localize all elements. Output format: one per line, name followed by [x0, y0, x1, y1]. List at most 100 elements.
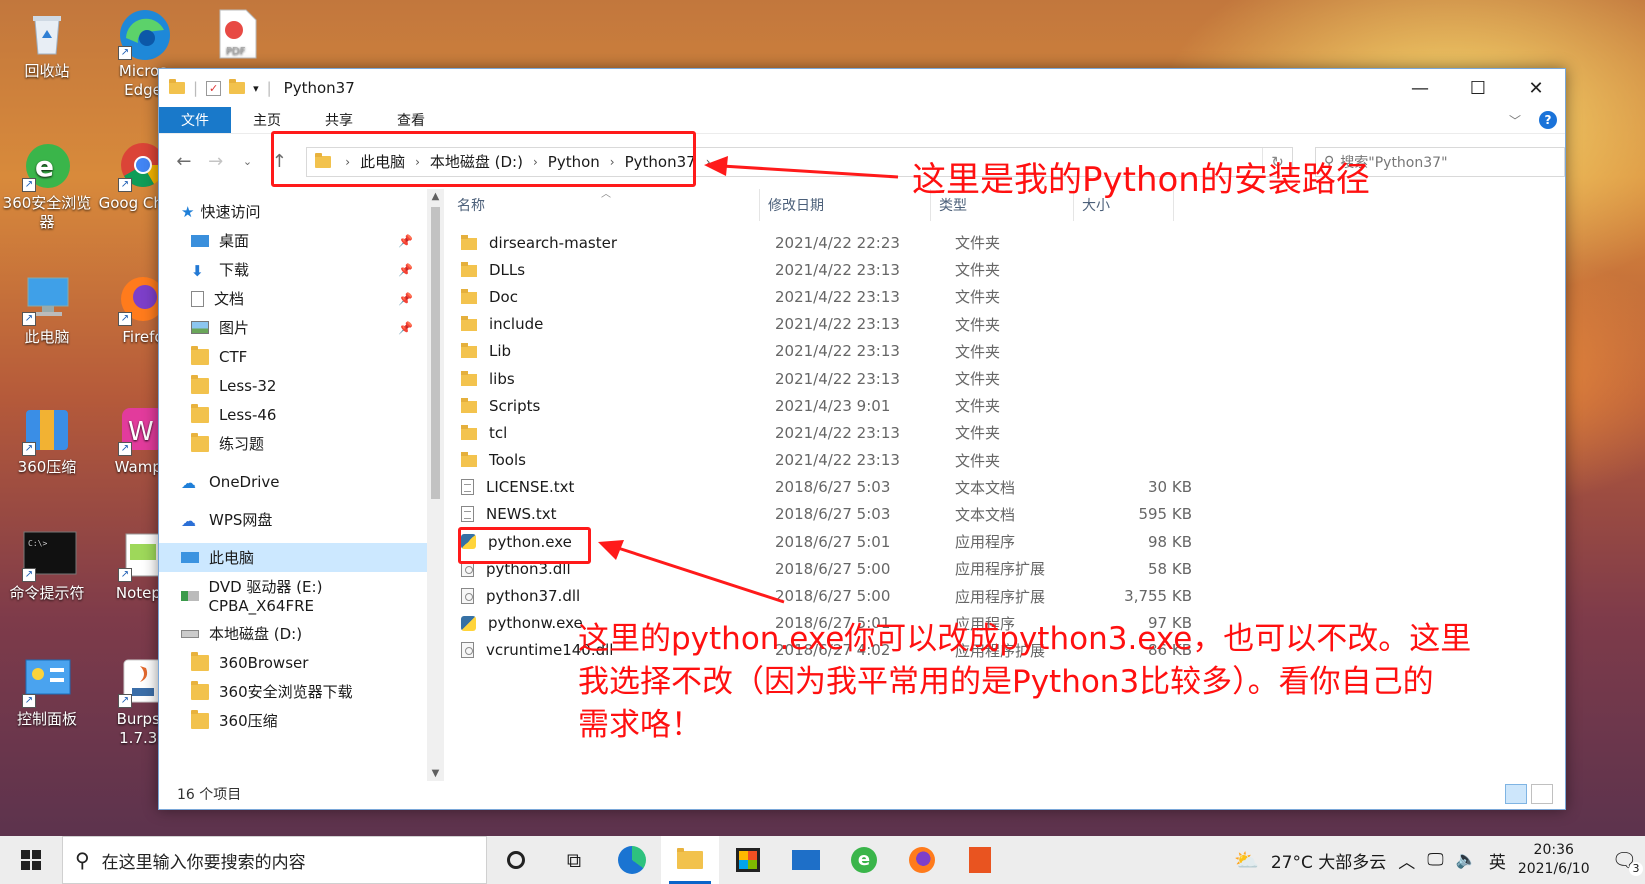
- nav-item-360browser[interactable]: 360Browser: [159, 648, 427, 677]
- taskbar-search-placeholder: 在这里输入你要搜索的内容: [101, 852, 306, 873]
- desktop-icon-360zip[interactable]: ↗ 360压缩: [2, 404, 92, 477]
- scroll-down-icon[interactable]: ▼: [427, 768, 444, 779]
- network-icon[interactable]: 🖵: [1427, 850, 1443, 870]
- column-header-date[interactable]: 修改日期: [760, 189, 931, 221]
- desktop-icon-360-browser[interactable]: e ↗ 360安全浏览器: [2, 140, 92, 232]
- svg-text:PDF: PDF: [226, 46, 246, 57]
- nav-label: CTF: [219, 347, 248, 366]
- cloud-icon: ☁: [181, 511, 196, 530]
- file-name: libs: [489, 369, 515, 388]
- nav-label: 此电脑: [209, 549, 255, 567]
- close-button[interactable]: ✕: [1507, 69, 1565, 107]
- nav-item-less-46[interactable]: Less-46: [159, 400, 427, 429]
- this-pc-icon: [181, 552, 199, 563]
- desktop-icon-pdf[interactable]: PDF: [193, 8, 283, 62]
- title-bar: | ✓ ▾ | Python37 — ☐ ✕: [159, 69, 1565, 107]
- nav-item-360zip[interactable]: 360压缩: [159, 706, 427, 735]
- file-row[interactable]: tcl 2021/4/22 23:13 文件夹: [449, 419, 1567, 446]
- taskbar-store[interactable]: [719, 836, 777, 884]
- large-icons-view-button[interactable]: [1531, 784, 1553, 804]
- nav-local-disk-d[interactable]: 本地磁盘 (D:): [159, 619, 427, 648]
- taskbar-app-orange[interactable]: [951, 836, 1009, 884]
- file-row[interactable]: Doc 2021/4/22 23:13 文件夹: [449, 283, 1567, 310]
- nav-this-pc[interactable]: 此电脑: [159, 543, 427, 572]
- chevron-up-icon[interactable]: ︿: [1398, 848, 1415, 873]
- maximize-button[interactable]: ☐: [1449, 69, 1507, 107]
- taskbar-firefox[interactable]: [893, 836, 951, 884]
- svg-text:e: e: [35, 150, 54, 183]
- volume-icon[interactable]: 🔈: [1456, 850, 1477, 870]
- scrollbar-thumb[interactable]: [431, 207, 440, 499]
- scroll-up-icon[interactable]: ▲: [427, 191, 444, 202]
- customize-toolbar-icon[interactable]: ▾: [253, 82, 259, 95]
- help-icon[interactable]: ?: [1539, 111, 1557, 129]
- file-row[interactable]: libs 2021/4/22 23:13 文件夹: [449, 365, 1567, 392]
- desktop-icon-cmd[interactable]: C:\> ↗ 命令提示符: [2, 530, 92, 603]
- file-name: tcl: [489, 423, 508, 442]
- taskbar: ⚲ 在这里输入你要搜索的内容 ⧉ e ⛅ 27°C 大部多云 ︿ 🖵 🔈 英 2…: [0, 836, 1645, 884]
- properties-icon[interactable]: ✓: [206, 80, 222, 96]
- start-button[interactable]: [0, 836, 62, 884]
- details-view-button[interactable]: [1505, 784, 1527, 804]
- taskbar-search-box[interactable]: ⚲ 在这里输入你要搜索的内容: [62, 836, 487, 884]
- forward-button[interactable]: →: [205, 151, 227, 172]
- tab-home[interactable]: 主页: [231, 107, 303, 133]
- this-pc-icon: ↗: [22, 274, 72, 326]
- file-row[interactable]: include 2021/4/22 23:13 文件夹: [449, 311, 1567, 338]
- nav-scrollbar[interactable]: ▲ ▼: [427, 189, 444, 781]
- file-row[interactable]: Lib 2021/4/22 23:13 文件夹: [449, 338, 1567, 365]
- nav-dvd-drive[interactable]: DVD 驱动器 (E:) CPBA_X64FRE: [159, 578, 427, 615]
- new-folder-icon[interactable]: [229, 79, 246, 94]
- clock[interactable]: 20:36 2021/6/10: [1518, 841, 1590, 879]
- file-row[interactable]: NEWS.txt 2018/6/27 5:03 文本文档 595 KB: [449, 501, 1567, 528]
- nav-quick-access[interactable]: ★ 快速访问: [159, 197, 427, 226]
- task-view-button[interactable]: ⧉: [545, 836, 603, 884]
- folder-icon: [461, 234, 477, 250]
- file-name: Tools: [489, 451, 526, 470]
- tab-file[interactable]: 文件: [159, 107, 231, 133]
- nav-onedrive[interactable]: ☁ OneDrive: [159, 467, 427, 496]
- file-row[interactable]: Scripts 2021/4/23 9:01 文件夹: [449, 392, 1567, 419]
- nav-item-exercises[interactable]: 练习题: [159, 429, 427, 458]
- taskbar-360-browser[interactable]: e: [835, 836, 893, 884]
- file-row[interactable]: DLLs 2021/4/22 23:13 文件夹: [449, 256, 1567, 283]
- nav-item-less-32[interactable]: Less-32: [159, 371, 427, 400]
- tab-share[interactable]: 共享: [303, 107, 375, 133]
- file-date: 2021/4/22 23:13: [775, 423, 900, 442]
- weather-text[interactable]: 27°C 大部多云: [1271, 848, 1386, 873]
- cortana-button[interactable]: [487, 836, 545, 884]
- file-row[interactable]: Tools 2021/4/22 23:13 文件夹: [449, 447, 1567, 474]
- file-date: 2021/4/22 23:13: [775, 369, 900, 388]
- desktop-icon-control-panel[interactable]: ↗ 控制面板: [2, 656, 92, 729]
- taskbar-edge[interactable]: [603, 836, 661, 884]
- nav-wps-drive[interactable]: ☁ WPS网盘: [159, 505, 427, 534]
- 360zip-icon: ↗: [22, 404, 72, 456]
- nav-item-downloads[interactable]: ⬇ 下载 📌: [159, 255, 427, 284]
- taskbar-mail[interactable]: [777, 836, 835, 884]
- desktop-icon-recycle-bin[interactable]: 回收站: [2, 8, 92, 81]
- nav-item-ctf[interactable]: CTF: [159, 342, 427, 371]
- annotation-box-path: [271, 131, 696, 187]
- desktop-icon-label: 命令提示符: [9, 584, 85, 602]
- minimize-button[interactable]: —: [1391, 69, 1449, 107]
- nav-item-pictures[interactable]: 图片 📌: [159, 313, 427, 342]
- back-button[interactable]: ←: [173, 151, 195, 172]
- nav-item-desktop[interactable]: 桌面 📌: [159, 226, 427, 255]
- desktop-icon-this-pc[interactable]: ↗ 此电脑: [2, 274, 92, 347]
- 360-browser-icon: e ↗: [22, 140, 72, 192]
- office-icon: [969, 847, 991, 873]
- recent-locations-button[interactable]: ⌄: [237, 155, 259, 168]
- file-date: 2018/6/27 5:03: [775, 478, 891, 497]
- ime-indicator[interactable]: 英: [1489, 848, 1506, 873]
- file-row[interactable]: dirsearch-master 2021/4/22 22:23 文件夹: [449, 229, 1567, 256]
- nav-item-documents[interactable]: 文档 📌: [159, 284, 427, 313]
- tab-view[interactable]: 查看: [375, 107, 447, 133]
- expand-ribbon-icon[interactable]: ﹀: [1509, 112, 1521, 129]
- dll-file-icon: [461, 642, 474, 659]
- notification-icon[interactable]: 🗨 3: [1612, 848, 1643, 876]
- file-row[interactable]: LICENSE.txt 2018/6/27 5:03 文本文档 30 KB: [449, 474, 1567, 501]
- nav-item-360-downloads[interactable]: 360安全浏览器下载: [159, 677, 427, 706]
- file-type: 应用程序扩展: [955, 587, 1046, 606]
- taskbar-file-explorer[interactable]: [661, 836, 719, 884]
- folder-icon: [191, 709, 209, 729]
